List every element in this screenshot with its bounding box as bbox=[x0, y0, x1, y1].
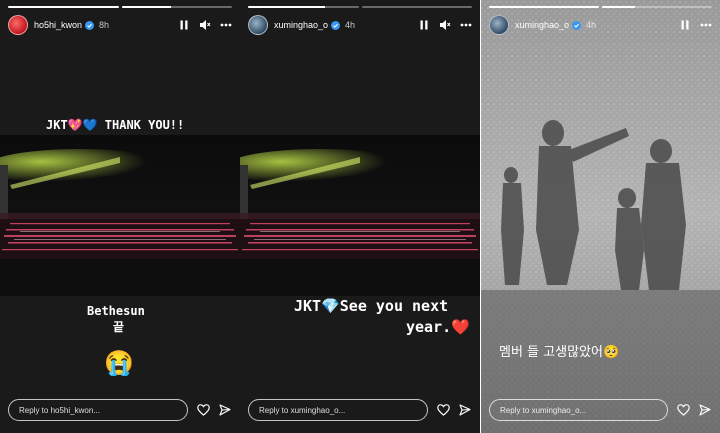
reply-bar: Reply to xuminghao_o... bbox=[248, 399, 472, 421]
verified-badge-icon bbox=[85, 20, 95, 30]
username[interactable]: xuminghao_o bbox=[515, 20, 569, 30]
avatar[interactable] bbox=[489, 15, 509, 35]
story-panel-3[interactable]: xuminghao_o 4h 멤버 들 고생많았어🥺 Reply to xumi… bbox=[481, 0, 720, 433]
story-header: xuminghao_o 4h bbox=[489, 14, 712, 36]
reply-bar: Reply to ho5hi_kwon... bbox=[8, 399, 232, 421]
crying-emoji: 😭 bbox=[104, 349, 134, 377]
send-icon[interactable] bbox=[458, 403, 472, 417]
pause-icon[interactable] bbox=[679, 19, 691, 31]
story-panel-2[interactable]: xuminghao_o 4h JKT💎See you next year.❤️ … bbox=[240, 0, 480, 433]
reply-input[interactable]: Reply to xuminghao_o... bbox=[248, 399, 428, 421]
story-timestamp: 4h bbox=[345, 20, 356, 30]
avatar[interactable] bbox=[8, 15, 28, 35]
username[interactable]: ho5hi_kwon bbox=[34, 20, 82, 30]
send-icon[interactable] bbox=[218, 403, 232, 417]
heart-icon[interactable] bbox=[436, 403, 450, 417]
story-caption-line2: year.❤️ bbox=[406, 318, 470, 336]
story-caption-line1: Bethesun bbox=[87, 304, 145, 318]
story-progress-bar bbox=[8, 6, 232, 8]
story-timestamp: 4h bbox=[586, 20, 597, 30]
story-header: xuminghao_o 4h bbox=[248, 14, 472, 36]
story-panel-1[interactable]: ho5hi_kwon 8h JKT💖💙 THANK YOU!! Bethesun… bbox=[0, 0, 240, 433]
story-caption: 멤버 들 고생많았어🥺 bbox=[499, 345, 620, 360]
verified-badge-icon bbox=[331, 20, 341, 30]
story-header: ho5hi_kwon 8h bbox=[8, 14, 232, 36]
concert-photo bbox=[240, 135, 480, 296]
pause-icon[interactable] bbox=[418, 19, 430, 31]
story-progress-bar bbox=[248, 6, 472, 8]
pause-icon[interactable] bbox=[178, 19, 190, 31]
heart-icon[interactable] bbox=[196, 403, 210, 417]
concert-photo bbox=[0, 135, 240, 296]
reply-bar: Reply to xuminghao_o... bbox=[489, 399, 712, 421]
send-icon[interactable] bbox=[698, 403, 712, 417]
more-dots-icon[interactable] bbox=[460, 19, 472, 31]
speaker-mute-icon[interactable] bbox=[199, 19, 211, 31]
story-caption-line2: 끝 bbox=[113, 320, 125, 334]
more-dots-icon[interactable] bbox=[700, 19, 712, 31]
avatar[interactable] bbox=[248, 15, 268, 35]
more-dots-icon[interactable] bbox=[220, 19, 232, 31]
reply-input[interactable]: Reply to ho5hi_kwon... bbox=[8, 399, 188, 421]
verified-badge-icon bbox=[572, 20, 582, 30]
story-caption-top: JKT💖💙 THANK YOU!! bbox=[46, 118, 185, 132]
story-progress-bar bbox=[489, 6, 712, 8]
speaker-mute-icon[interactable] bbox=[439, 19, 451, 31]
story-caption-line1: JKT💎See you next bbox=[294, 297, 449, 315]
fan-photo bbox=[481, 0, 720, 433]
username[interactable]: xuminghao_o bbox=[274, 20, 328, 30]
heart-icon[interactable] bbox=[676, 403, 690, 417]
reply-input[interactable]: Reply to xuminghao_o... bbox=[489, 399, 668, 421]
story-timestamp: 8h bbox=[99, 20, 110, 30]
